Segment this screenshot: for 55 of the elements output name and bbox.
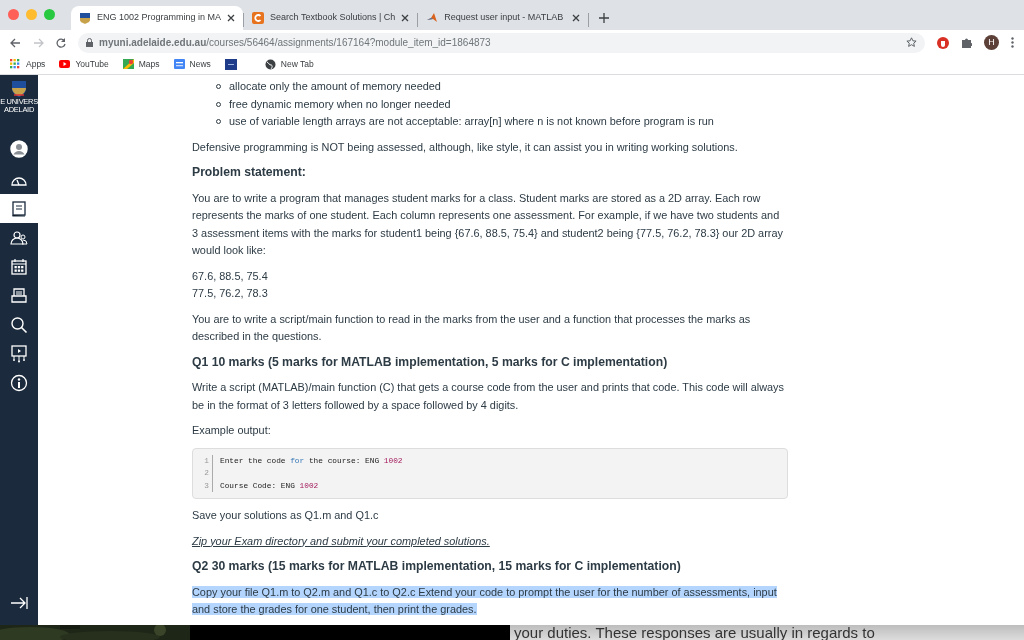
- paragraph: You are to write a program that manages student marks for a class. Student marks are stored as a 2D array. Each row represents the marks of one student. Each column represents one assessment. For example, if we have two students and 3 assessment items with the marks for student1 being {67.6, 88.5, 75.4} and student2 being {77.5, 76.2, 78.3} our 2D array would look like:: [192, 190, 784, 258]
- crest-icon: [11, 80, 27, 98]
- presentation-nav-icon[interactable]: [10, 344, 28, 363]
- bookmark-link[interactable]: News: [173, 58, 211, 71]
- collapse-icon[interactable]: [10, 596, 28, 609]
- paragraph: Example output:: [192, 423, 272, 438]
- reload-icon[interactable]: [56, 37, 66, 48]
- bookmark-link[interactable]: Apps: [10, 58, 46, 71]
- url-text[interactable]: myuni.adelaide.edu.au/courses/56464/assignments/167164?module_item_id=1864873: [99, 35, 900, 50]
- menu-icon[interactable]: [1011, 37, 1014, 48]
- newspaper-icon: [173, 59, 185, 70]
- list-item-text: use of variable length arrays are not acceptable: array[n] where n is not known before program is run: [229, 114, 714, 129]
- video-play-icon: [59, 59, 71, 70]
- list-item-text: free dynamic memory when no longer needed: [229, 96, 451, 112]
- browser-tab[interactable]: Search Textbook Solutions | Ch: [244, 6, 418, 30]
- list-item-text: allocate only the amount of memory needed: [229, 79, 441, 94]
- bookmark-link[interactable]: YouTube: [59, 58, 109, 71]
- info-nav-icon[interactable]: [10, 373, 28, 392]
- account-nav-icon[interactable]: [10, 139, 28, 158]
- search-nav-icon[interactable]: [10, 315, 28, 334]
- bookmark-link[interactable]: New Tab: [264, 58, 314, 71]
- section-heading: Q2 30 marks (15 marks for MATLAB implementation, 15 marks for C implementation): [192, 558, 682, 575]
- back-icon[interactable]: [10, 37, 21, 48]
- profile-button[interactable]: H: [984, 35, 999, 50]
- book-nav-icon[interactable]: [10, 199, 28, 218]
- section-heading: Problem statement:: [192, 164, 307, 181]
- matlab-logo-icon: [426, 12, 439, 24]
- logo-icon: [252, 12, 265, 24]
- inbox-nav-icon[interactable]: [10, 286, 28, 305]
- paragraph: You are to write a script/main function to read in the marks from the user and a function that processes the marks as described in the questions.: [192, 311, 752, 344]
- paragraph: Save your solutions as Q1.m and Q1.c: [192, 508, 380, 523]
- selected-paragraph: Copy your file Q1.m to Q2.m and Q1.c to Q2.c Extend your code to prompt the user for the number of assessments, input and store the grades for one student, then print the grades.: [192, 584, 778, 617]
- text-line: 67.6, 88.5, 75.4: [192, 268, 269, 284]
- paragraph: Defensive programming is NOT being assessed, although, like style, it can assist you in writing working solutions.: [192, 139, 739, 155]
- close-icon[interactable]: [401, 14, 410, 22]
- bookmark-link[interactable]: Maps: [122, 58, 160, 71]
- browser-tab[interactable]: ENG 1002 Programming in MA: [71, 6, 244, 30]
- address-bar[interactable]: myuni.adelaide.edu.au/courses/56464/assignments/167164?module_item_id=1864873: [78, 32, 925, 53]
- extension-icon[interactable]: [937, 36, 949, 49]
- section-heading: Q1 10 marks (5 marks for MATLAB implementation, 5 marks for C implementation): [192, 353, 669, 371]
- star-icon[interactable]: [906, 37, 917, 48]
- people-nav-icon[interactable]: [10, 228, 28, 247]
- text-line: 77.5, 76.2, 78.3: [192, 286, 269, 301]
- crest-icon: [79, 12, 91, 24]
- close-icon[interactable]: [227, 14, 236, 22]
- calendar-nav-icon[interactable]: [10, 257, 28, 276]
- close-icon[interactable]: [572, 14, 581, 22]
- new-tab-icon[interactable]: [599, 13, 610, 23]
- apps-grid-icon: [10, 59, 21, 70]
- map-pin-icon: [122, 59, 134, 70]
- bookmark-icon[interactable]: [224, 59, 237, 70]
- submit-link[interactable]: Zip your Exam directory and submit your completed solutions.: [192, 534, 490, 547]
- browser-tab[interactable]: Request user input - MATLAB: [418, 6, 589, 30]
- lock-icon: [86, 38, 93, 47]
- paragraph: Write a script (MATLAB)/main function (C) that gets a course code from the user and prints that code. This code will always be in the format of 3 letters followed by a space followed by 4 digits.: [192, 380, 785, 413]
